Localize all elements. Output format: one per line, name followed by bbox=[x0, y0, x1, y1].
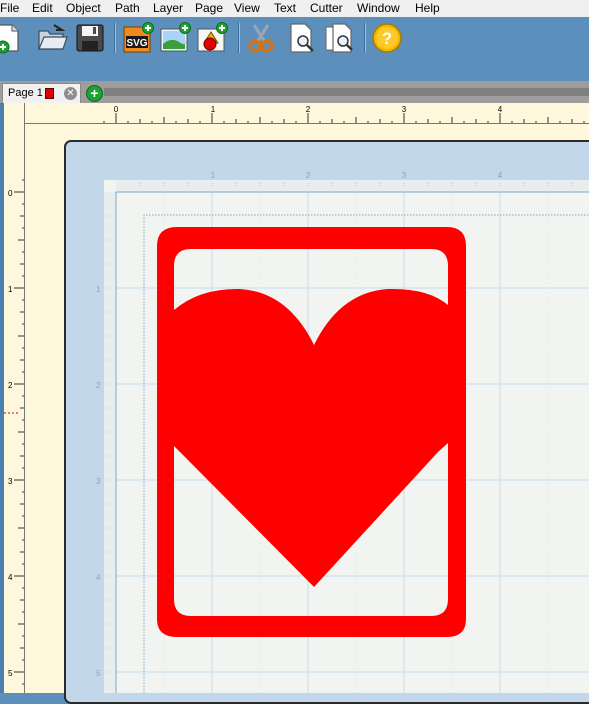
hruler-label: 2 bbox=[306, 105, 311, 114]
vruler-label: 4 bbox=[8, 573, 13, 582]
vruler-label: 3 bbox=[8, 477, 13, 486]
vruler-label: 2 bbox=[8, 381, 13, 390]
horizontal-ruler-ticks bbox=[103, 113, 585, 123]
hruler-label: 3 bbox=[402, 105, 407, 114]
vertical-ruler-ticks bbox=[14, 179, 24, 685]
vruler-label: 5 bbox=[8, 669, 13, 678]
mat-left-label: 3 bbox=[96, 477, 101, 486]
mat-top-label: 1 bbox=[211, 171, 216, 180]
mat-left-ruler-strip bbox=[104, 192, 116, 693]
mat-left-label: 2 bbox=[96, 381, 101, 390]
mat-top-label: 3 bbox=[402, 171, 407, 180]
mat-top-ruler-strip bbox=[116, 180, 589, 192]
vruler-label: 1 bbox=[8, 285, 13, 294]
hruler-label: 4 bbox=[498, 105, 503, 114]
mat-left-label: 4 bbox=[96, 573, 101, 582]
hruler-label: 0 bbox=[114, 105, 119, 114]
vruler-label: 0 bbox=[8, 189, 13, 198]
canvas-overlay: 0 1 2 3 4 0 1 2 3 4 5 1 2 3 4 1 2 3 4 5 bbox=[4, 105, 589, 693]
mat-top-label: 2 bbox=[306, 171, 311, 180]
mat-left-label: 5 bbox=[96, 669, 101, 678]
heart-shape[interactable] bbox=[174, 288, 448, 587]
hruler-label: 1 bbox=[211, 105, 216, 114]
mat-top-label: 4 bbox=[498, 171, 503, 180]
mat-left-label: 1 bbox=[96, 285, 101, 294]
